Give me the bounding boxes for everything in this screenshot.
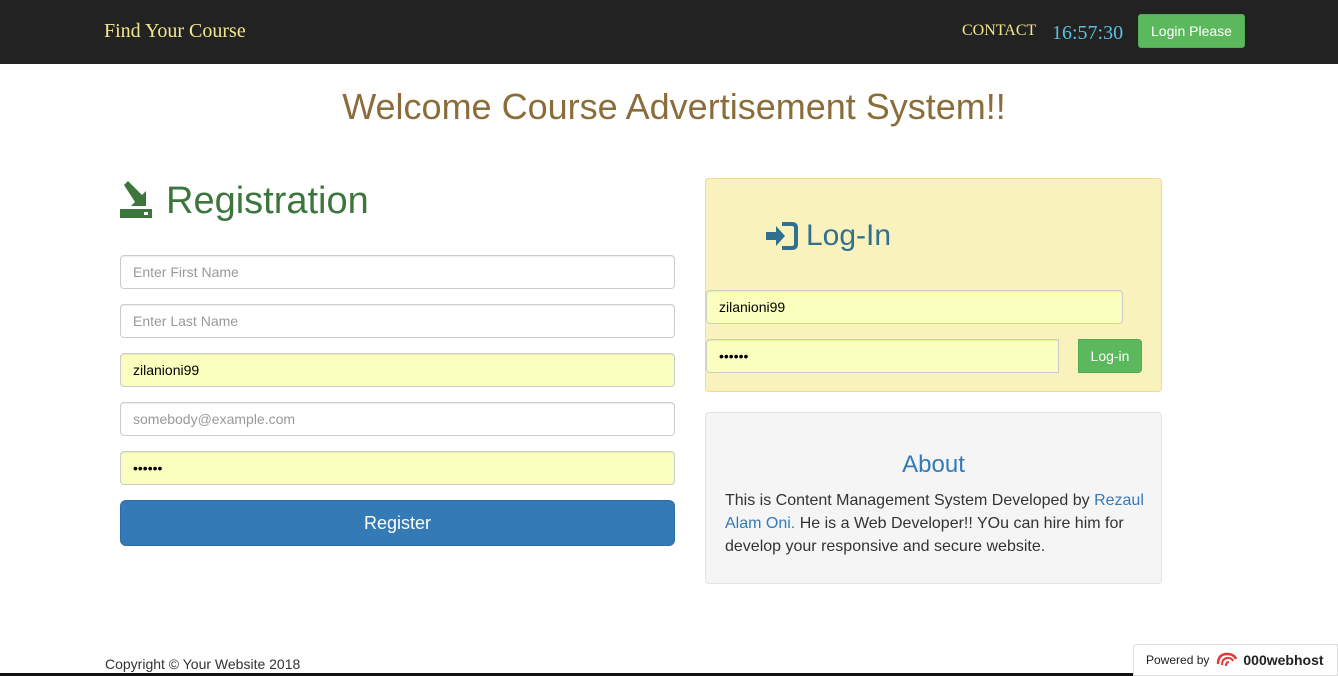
about-title: About: [902, 451, 965, 478]
footer-copyright: Copyright © Your Website 2018: [105, 656, 301, 672]
contact-link[interactable]: CONTACT: [962, 22, 1036, 40]
brand-link[interactable]: Find Your Course: [104, 20, 246, 43]
log-in-icon: [766, 222, 798, 250]
login-password-input[interactable]: [706, 339, 1059, 373]
about-text-intro: This is Content Management System Develo…: [725, 492, 1090, 509]
clock: 16:57:30: [1052, 22, 1124, 44]
first-name-input[interactable]: [120, 255, 675, 289]
page-title: Welcome Course Advertisement System!!: [342, 86, 1006, 127]
register-button[interactable]: Register: [120, 500, 675, 546]
download-tray-icon: [120, 181, 152, 218]
login-title: Log-In: [806, 219, 892, 252]
log-in-button[interactable]: Log-in: [1078, 339, 1142, 373]
last-name-input[interactable]: [120, 304, 675, 338]
login-please-button[interactable]: Login Please: [1138, 14, 1245, 48]
login-heading: Log-In: [766, 219, 891, 253]
email-input[interactable]: [120, 402, 675, 436]
login-panel: Log-In Log-in: [705, 178, 1162, 392]
powered-by-label: Powered by: [1146, 653, 1210, 667]
registration-heading: Registration: [118, 176, 369, 226]
powered-by-badge[interactable]: Powered by 000webhost: [1133, 644, 1338, 676]
top-navbar: Find Your Course CONTACT 16:57:30 Login …: [0, 0, 1338, 64]
about-panel: About This is Content Management System …: [705, 412, 1162, 584]
password-input[interactable]: [120, 451, 675, 485]
registration-title: Registration: [166, 179, 369, 222]
webhost-logo-icon: [1217, 652, 1238, 667]
username-input[interactable]: [120, 353, 675, 387]
about-text: This is Content Management System Develo…: [725, 489, 1145, 558]
login-username-input[interactable]: [706, 290, 1123, 324]
webhost-brand: 000webhost: [1243, 652, 1324, 668]
